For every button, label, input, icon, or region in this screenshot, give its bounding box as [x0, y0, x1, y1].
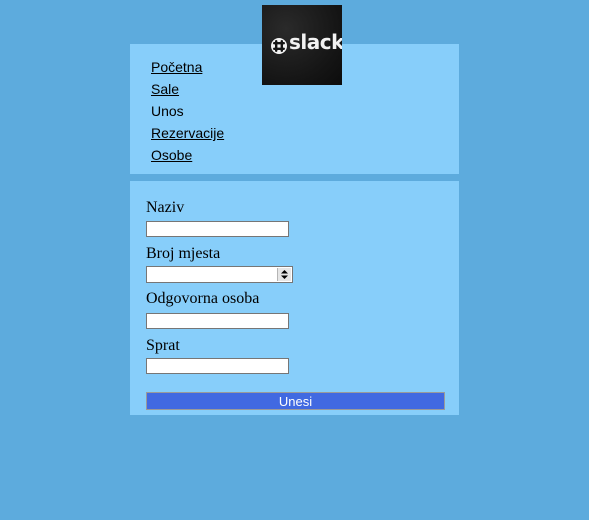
broj-mjesta-label: Broj mjesta	[146, 245, 221, 262]
broj-mjesta-input[interactable]	[146, 266, 293, 283]
nav-item-rezervacije: Rezervacije	[151, 124, 224, 146]
nav-item-pocetna: Početna	[151, 58, 224, 80]
nav-link-osobe[interactable]: Osobe	[151, 147, 192, 163]
entry-form: Naziv Broj mjesta Odgovorna osoba Sprat …	[130, 181, 459, 415]
nav-link-rezervacije[interactable]: Rezervacije	[151, 125, 224, 141]
nav-item-sale: Sale	[151, 80, 224, 102]
slack-gear-icon	[271, 38, 287, 54]
nav-list: Početna Sale Unos Rezervacije Osobe	[151, 58, 224, 168]
naziv-label: Naziv	[146, 199, 185, 216]
nav-link-sale[interactable]: Sale	[151, 81, 179, 97]
odgovorna-osoba-input[interactable]	[146, 313, 289, 329]
nav-current-unos: Unos	[151, 103, 184, 119]
logo-text: slack	[289, 30, 342, 54]
unesi-button[interactable]: Unesi	[146, 392, 445, 410]
nav-link-pocetna[interactable]: Početna	[151, 59, 202, 75]
naziv-input[interactable]	[146, 221, 289, 237]
nav-item-osobe: Osobe	[151, 146, 224, 168]
slack-logo: slack	[262, 5, 342, 85]
number-spinner[interactable]	[277, 268, 291, 281]
spinner-arrows-icon	[281, 270, 288, 279]
nav-item-unos: Unos	[151, 102, 224, 124]
sprat-label: Sprat	[146, 337, 180, 354]
odgovorna-osoba-label: Odgovorna osoba	[146, 290, 260, 307]
sprat-input[interactable]	[146, 358, 289, 374]
